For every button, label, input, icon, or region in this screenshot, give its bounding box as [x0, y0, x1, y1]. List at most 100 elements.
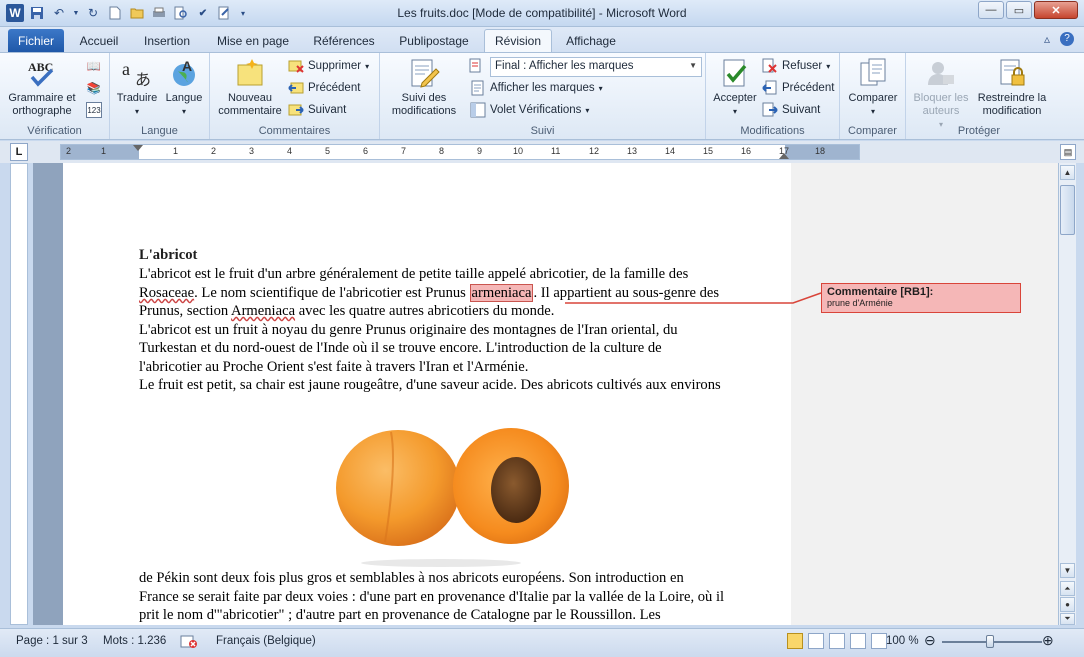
tab-selector-button[interactable]: L — [10, 143, 28, 161]
tab-mise-en-page[interactable]: Mise en page — [208, 29, 298, 52]
maximize-icon[interactable]: ▭ — [1006, 1, 1032, 19]
paragraph-line: Le fruit est petit, sa chair est jaune r… — [139, 377, 721, 393]
ribbon-tabs: Fichier Accueil Insertion Mise en page R… — [0, 27, 1084, 52]
document-area: L'abricot L'abricot est le fruit d'un ar… — [33, 163, 1058, 625]
track-changes-button[interactable]: Suivi des modifications — [386, 57, 462, 118]
comment-title: Commentaire [RB1]: — [827, 286, 934, 298]
group-comparer: Comparer ▾ Comparer — [840, 53, 906, 139]
next-page-icon[interactable]: ⏷ — [1060, 613, 1075, 625]
display-for-review-icon — [468, 58, 484, 74]
next-change-button[interactable]: Suivant — [762, 101, 820, 119]
apricot-image[interactable] — [321, 418, 601, 568]
comment-body[interactable]: prune d'Arménie — [827, 298, 1015, 308]
previous-comment-button[interactable]: Précédent — [288, 79, 360, 97]
outline-view-icon[interactable] — [850, 633, 866, 649]
horizontal-ruler[interactable]: 2 1 1 2 3 4 5 6 7 8 9 10 11 12 13 14 15 … — [60, 144, 860, 160]
minimize-icon[interactable]: — — [978, 1, 1004, 19]
status-bar: Page : 1 sur 3 Mots : 1.236 Français (Be… — [0, 628, 1084, 657]
zoom-in-icon[interactable]: ⊕ — [1042, 632, 1054, 649]
previous-comment-label: Précédent — [308, 82, 361, 94]
new-comment-label: Nouveau commentaire — [218, 92, 282, 117]
reviewing-pane-button[interactable]: Volet Vérifications ▾ — [470, 101, 589, 119]
accept-button[interactable]: Accepter ▾ — [710, 57, 760, 118]
new-comment-icon — [234, 57, 266, 89]
print-layout-view-icon[interactable] — [787, 633, 803, 649]
show-markup-button[interactable]: Afficher les marques ▾ — [470, 79, 603, 97]
right-indent-marker-icon[interactable] — [779, 153, 789, 159]
full-screen-reading-view-icon[interactable] — [808, 633, 824, 649]
show-markup-icon — [470, 80, 486, 96]
proofing-status-icon[interactable] — [180, 635, 198, 652]
next-comment-label: Suivant — [308, 104, 347, 116]
minimize-ribbon-icon[interactable]: ▵ — [1044, 32, 1050, 46]
delete-comment-button[interactable]: Supprimer ▾ — [288, 57, 369, 75]
select-browse-object-icon[interactable]: ● — [1060, 597, 1075, 612]
block-authors-label: Bloquer les auteurs — [913, 92, 969, 117]
tab-references[interactable]: Références — [306, 29, 382, 52]
vertical-scrollbar[interactable]: ▲ ▼ ⏶ ● ⏷ — [1058, 163, 1076, 625]
thesaurus-button[interactable]: 📚 — [86, 79, 102, 97]
next-comment-button[interactable]: Suivant — [288, 101, 346, 119]
word-count-button[interactable]: 123 — [86, 101, 102, 119]
display-for-review-select[interactable]: Final : Afficher les marques ▼ — [490, 57, 702, 77]
tab-publipostage[interactable]: Publipostage — [390, 29, 478, 52]
compare-label: Comparer — [848, 92, 898, 104]
help-icon[interactable]: ? — [1060, 32, 1074, 46]
spelling-grammar-button[interactable]: ABC Grammaire et orthographe — [6, 57, 78, 118]
group-proteger: Bloquer les auteurs ▾ Restreindre la mod… — [906, 53, 1052, 139]
zoom-slider-thumb[interactable] — [986, 635, 994, 648]
spelling-grammar-label: Grammaire et orthographe — [8, 92, 76, 117]
scroll-thumb[interactable] — [1060, 185, 1075, 235]
misspelled-word[interactable]: Armeniaca — [231, 303, 295, 319]
commented-text[interactable]: armeniaca — [469, 284, 534, 302]
comment-balloon[interactable]: Commentaire [RB1]: prune d'Arménie — [821, 283, 1021, 313]
web-layout-view-icon[interactable] — [829, 633, 845, 649]
new-comment-button[interactable]: Nouveau commentaire — [216, 57, 284, 118]
abc-check-icon: ABC — [26, 57, 58, 89]
next-change-label: Suivant — [782, 104, 821, 116]
translate-button[interactable]: aあ Traduire ▾ — [114, 57, 160, 118]
view-ruler-icon[interactable]: ▤ — [1060, 144, 1076, 160]
tab-insertion[interactable]: Insertion — [134, 29, 200, 52]
accept-icon — [719, 57, 751, 89]
group-commentaires: Nouveau commentaire Supprimer ▾ Précédent… — [210, 53, 380, 139]
scroll-down-icon[interactable]: ▼ — [1060, 563, 1075, 578]
svg-text:A: A — [182, 58, 192, 74]
compare-button[interactable]: Comparer ▾ — [846, 57, 900, 118]
paragraph-line: Turkestan et du nord-ouest de l'Inde où … — [139, 340, 662, 356]
close-icon[interactable]: ✕ — [1034, 1, 1078, 19]
research-button[interactable]: 📖 — [86, 57, 102, 75]
group-modifications: Accepter ▾ Refuser ▾ Précédent Suivant Mo… — [706, 53, 840, 139]
block-authors-button[interactable]: Bloquer les auteurs ▾ — [908, 57, 974, 131]
accept-label: Accepter — [713, 92, 757, 104]
word-count-status[interactable]: Mots : 1.236 — [103, 635, 166, 647]
view-buttons — [787, 633, 887, 649]
page-count-status[interactable]: Page : 1 sur 3 — [16, 635, 88, 647]
language-button[interactable]: A Langue ▾ — [162, 57, 206, 118]
language-status[interactable]: Français (Belgique) — [216, 635, 316, 647]
restrict-editing-button[interactable]: Restreindre la modification — [974, 57, 1050, 118]
group-label-proteger: Protéger — [957, 125, 1001, 137]
previous-comment-icon — [288, 80, 304, 96]
tab-affichage[interactable]: Affichage — [558, 29, 624, 52]
ribbon-revision: ABC Grammaire et orthographe 📖 📚 123 Vér… — [0, 52, 1084, 140]
misspelled-word[interactable]: Rosaceae — [139, 285, 194, 301]
svg-text:あ: あ — [135, 71, 151, 89]
title-bar: W ↶ ▼ ↻ ✔ ▾ Les fruits.doc [Mode de comp… — [0, 0, 1084, 27]
previous-change-button[interactable]: Précédent — [762, 79, 834, 97]
show-markup-label: Afficher les marques — [490, 82, 595, 94]
reject-label: Refuser — [782, 60, 823, 72]
indent-marker-icon[interactable] — [133, 145, 143, 151]
tab-accueil[interactable]: Accueil — [72, 29, 126, 52]
previous-page-icon[interactable]: ⏶ — [1060, 581, 1075, 596]
reject-button[interactable]: Refuser ▾ — [762, 57, 830, 75]
block-authors-icon — [925, 57, 957, 89]
tab-revision[interactable]: Révision — [484, 29, 552, 52]
scroll-up-icon[interactable]: ▲ — [1060, 165, 1075, 180]
zoom-level[interactable]: 100 % — [886, 635, 919, 647]
vertical-ruler[interactable] — [10, 163, 28, 625]
zoom-out-icon[interactable]: ⊖ — [924, 632, 936, 649]
draft-view-icon[interactable] — [871, 633, 887, 649]
paragraph-line: de Pékin sont deux fois plus gros et sem… — [139, 570, 684, 586]
tab-fichier[interactable]: Fichier — [8, 29, 64, 52]
